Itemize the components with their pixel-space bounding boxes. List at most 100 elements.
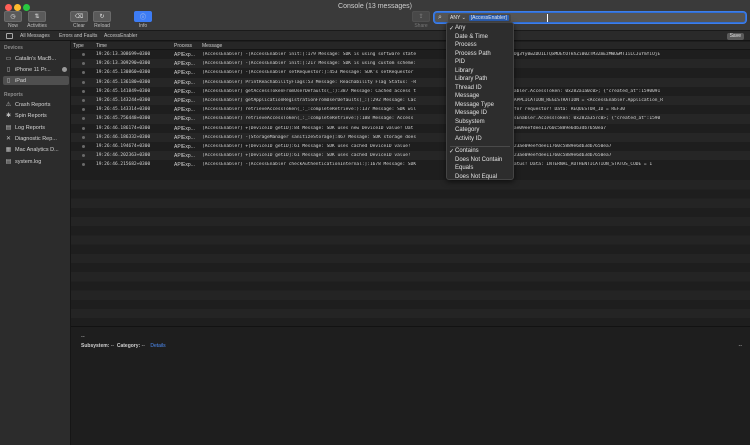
menu-item-field[interactable]: PID	[447, 59, 513, 68]
row-message-text: [AccessEnabler] -[AccessEnabler setReque…	[202, 70, 414, 76]
row-message-text: [AccessEnabler] -[StorageManager sanitiz…	[202, 134, 417, 140]
details-link[interactable]: Details	[150, 343, 165, 349]
row-message-text: [AccessEnabler] +[DeviceID getID]:61 Mes…	[202, 143, 411, 149]
row-time: 19:26:45.143244+0300	[96, 97, 151, 103]
sidebar-item-device-mac[interactable]: ▭ Catalin's MacB...	[3, 54, 69, 63]
menu-item-field[interactable]: Thread ID	[447, 85, 513, 94]
row-time: 19:26:46.186174+0300	[96, 125, 151, 131]
table-row[interactable]: 19:26:13.309290+0300 APIExp... [AccessEnab…	[71, 59, 750, 69]
reload-icon: ↻	[93, 11, 111, 22]
detail-right-value: --	[738, 343, 742, 349]
table-row[interactable]: 19:26:45.136180+0300 APIExp... [AccessEnab…	[71, 77, 750, 87]
sidebar-item-spin-reports[interactable]: ✱ Spin Reports	[3, 111, 69, 120]
activities-button[interactable]: ⇅ Activities	[24, 11, 50, 29]
table-row[interactable]: 19:26:46.215682+0300 APIExp... [AccessEnab…	[71, 160, 750, 169]
row-message-text: [AccessEnabler] retrieveAccessToken(_:_:…	[202, 107, 417, 113]
message-type-indicator	[82, 98, 85, 102]
sidebar-item-diagnostic-reports[interactable]: ✕ Diagnostic Rep...	[3, 134, 69, 143]
detail-pane: -- Subsystem: -- Category: -- Details --	[71, 327, 750, 445]
detail-message: --	[81, 334, 85, 340]
row-time: 19:26:45.130860+0300	[96, 70, 151, 76]
column-header-process[interactable]: Process	[174, 43, 192, 49]
row-process: APIExp...	[174, 52, 195, 58]
menu-item-field[interactable]: Category	[447, 127, 513, 136]
info-icon: ⓘ	[134, 11, 152, 22]
filter-saved-search[interactable]: AccessEnabler	[104, 33, 137, 39]
sidebar-item-crash-reports[interactable]: ⚠ Crash Reports	[3, 100, 69, 109]
menu-item-field[interactable]: Library Path	[447, 76, 513, 85]
row-process: APIExp...	[174, 116, 195, 123]
table-row[interactable]: 19:26:45.143244+0300 APIExp... [AccessEnab…	[71, 95, 750, 106]
menu-item-operator[interactable]: Does Not Contain	[447, 157, 513, 166]
menu-item-operator[interactable]: Equals	[447, 165, 513, 174]
phone-icon: ▯	[6, 67, 11, 73]
row-time: 19:26:46.186332+0300	[96, 134, 151, 140]
sidebar-item-device-iphone[interactable]: ▯ iPhone 11 Pr...	[3, 65, 69, 74]
document-icon: ▤	[5, 125, 12, 131]
document-icon: ▤	[5, 159, 12, 165]
search-token-field[interactable]: ANY ⌄	[450, 15, 466, 21]
column-header-type[interactable]: Type	[73, 43, 84, 49]
detail-metadata: Subsystem: -- Category: -- Details	[81, 343, 166, 349]
menu-item-field[interactable]: Message ID	[447, 110, 513, 119]
now-button[interactable]: ◷ Now	[0, 11, 26, 29]
row-time: 19:26:45.136180+0300	[96, 79, 151, 85]
column-header-message[interactable]: Message	[202, 43, 222, 49]
grid-icon: ▦	[5, 147, 12, 153]
menu-item-field[interactable]: ✓ Any	[447, 25, 513, 34]
save-search-button[interactable]: Save	[726, 33, 744, 40]
message-type-indicator	[82, 53, 85, 56]
log-table-body: 19:26:13.308699+0300 APIExp... [AccessEnab…	[71, 50, 750, 169]
column-header-time[interactable]: Time	[96, 43, 107, 49]
table-row[interactable]: 19:26:46.194674+0300 APIExp... [AccessEnab…	[71, 142, 750, 151]
menu-item-operator[interactable]: ✓ Contains	[447, 148, 513, 157]
table-row[interactable]: 19:26:13.308699+0300 APIExp... [AccessEnab…	[71, 50, 750, 59]
row-message-text: [AccessEnabler] getAccessTokenFromUserDe…	[202, 88, 417, 94]
message-type-indicator	[82, 144, 85, 148]
row-message-text: [AccessEnabler] -[AccessEnabler checkAut…	[202, 162, 417, 168]
share-button[interactable]: ⇪ Share	[408, 11, 434, 29]
row-time: 19:26:45.143314+0300	[96, 107, 151, 113]
menu-item-field[interactable]: Process Path	[447, 51, 513, 60]
info-button[interactable]: ⓘ Info	[130, 11, 156, 29]
sidebar-item-mac-analytics[interactable]: ▦ Mac Analytics D...	[3, 145, 69, 154]
filter-errors-faults[interactable]: Errors and Faults	[59, 33, 97, 39]
table-row[interactable]: 19:26:46.186174+0300 APIExp... [AccessEnab…	[71, 124, 750, 133]
menu-item-operator[interactable]: Does Not Equal	[447, 174, 513, 183]
table-row[interactable]: 19:26:45.756448+0300 APIExp... [AccessEnab…	[71, 114, 750, 124]
menu-separator	[450, 145, 510, 147]
message-type-indicator	[82, 80, 85, 84]
menu-item-field[interactable]: Process	[447, 42, 513, 51]
menu-item-field[interactable]: Subsystem	[447, 119, 513, 128]
log-table-header: Type Time Process Message	[71, 42, 750, 50]
menu-item-field[interactable]: Message	[447, 93, 513, 102]
sidebar-toggle-icon[interactable]	[6, 33, 13, 39]
search-token[interactable]: ANY ⌄ [AccessEnabler]	[448, 14, 511, 22]
spinner-icon: ✱	[5, 113, 12, 119]
sidebar-item-log-reports[interactable]: ▤ Log Reports	[3, 123, 69, 132]
filter-all-messages[interactable]: All Messages	[20, 33, 50, 39]
reload-button[interactable]: ↻ Reload	[89, 11, 115, 29]
menu-item-field[interactable]: Activity ID	[447, 136, 513, 145]
table-row[interactable]: 19:26:45.141849+0300 APIExp... [AccessEnab…	[71, 87, 750, 96]
row-message-text: [AccessEnabler] getApplicationRegistrati…	[202, 97, 417, 103]
menu-item-field[interactable]: Date & Time	[447, 34, 513, 43]
connected-badge	[62, 67, 67, 72]
table-row[interactable]: 19:26:45.130860+0300 APIExp... [AccessEnab…	[71, 68, 750, 77]
message-type-indicator	[82, 117, 85, 121]
sidebar-item-system-log[interactable]: ▤ system.log	[3, 157, 69, 166]
menu-item-field[interactable]: Message Type	[447, 102, 513, 111]
text-caret	[547, 14, 548, 22]
table-row[interactable]: 19:26:46.202363+0300 APIExp... [AccessEnab…	[71, 151, 750, 161]
log-table-empty-area	[71, 171, 750, 326]
table-row[interactable]: 19:26:45.143314+0300 APIExp... [AccessEnab…	[71, 105, 750, 114]
search-icon: ⌕	[438, 14, 442, 21]
row-process: APIExp...	[174, 70, 195, 77]
message-type-indicator	[82, 71, 85, 75]
menu-item-field[interactable]: Library	[447, 68, 513, 77]
row-time: 19:26:46.215682+0300	[96, 162, 151, 168]
message-type-indicator	[82, 62, 85, 66]
sidebar-item-device-ipad[interactable]: ▯ iPad	[3, 76, 69, 85]
share-icon: ⇪	[412, 11, 430, 22]
table-row[interactable]: 19:26:46.186332+0300 APIExp... [AccessEnab…	[71, 132, 750, 142]
